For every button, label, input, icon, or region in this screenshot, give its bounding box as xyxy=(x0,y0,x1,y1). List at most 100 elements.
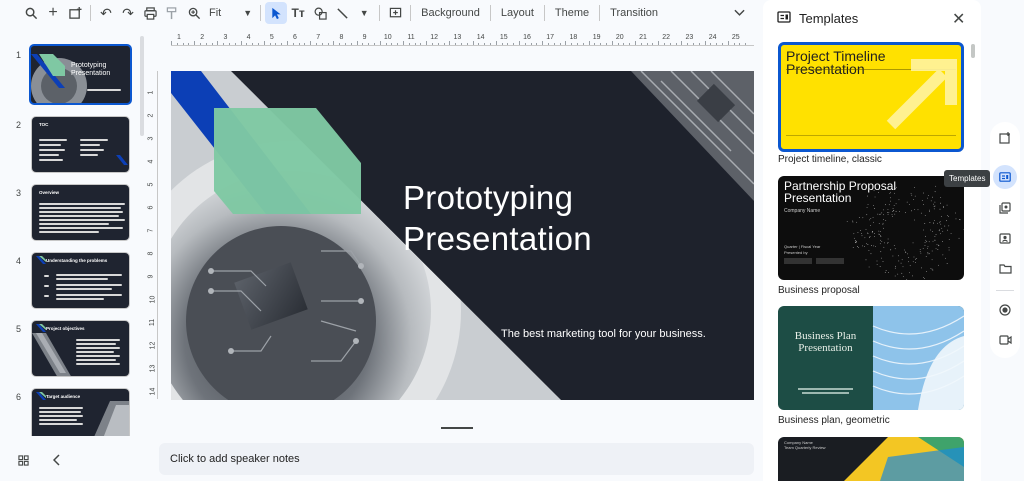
filmstrip-slide[interactable]: 2 TOC xyxy=(0,116,140,174)
notes-resize-handle[interactable] xyxy=(441,427,473,429)
filmstrip-slide[interactable]: 3 Overview xyxy=(0,184,140,242)
comment-icon[interactable] xyxy=(384,2,406,24)
particle xyxy=(864,245,865,247)
text-box-icon[interactable]: Tт xyxy=(287,2,309,24)
slide-thumbnail[interactable]: Understanding the problems xyxy=(31,252,130,309)
filmstrip-slide[interactable]: 1 Prototyping Presentation xyxy=(0,44,140,105)
particle xyxy=(894,275,896,277)
filmstrip-slide[interactable]: 5 Project objectives xyxy=(0,320,140,378)
particle xyxy=(948,246,950,248)
contacts-icon[interactable] xyxy=(993,226,1017,250)
new-slide-icon[interactable]: + xyxy=(42,2,64,24)
ruler-tick xyxy=(629,43,631,45)
thumbnail-title: TOC xyxy=(39,122,49,127)
ruler-mark: 4 xyxy=(246,34,251,41)
ruler-tick xyxy=(194,41,196,45)
horizontal-ruler: 1 2 3 4 5 6 7 8 9 10 11 12 13 14 15 16 17 18 19 20 21 22 23 24 2… xyxy=(171,34,754,46)
ruler-mark: 25 xyxy=(731,34,740,41)
particle xyxy=(955,212,956,214)
slide-thumbnail[interactable]: Project objectives xyxy=(31,320,130,377)
particle xyxy=(864,237,866,239)
zoom-select[interactable]: Fit ▼ xyxy=(205,7,256,19)
particle xyxy=(922,247,924,249)
new-slide-layout-icon[interactable] xyxy=(64,2,86,24)
shape-icon[interactable] xyxy=(309,2,331,24)
particle xyxy=(912,261,914,263)
template-card-business-plan[interactable]: Business Plan Presentation xyxy=(778,306,964,410)
filmstrip-slide[interactable]: 4 Understanding the problems xyxy=(0,252,140,310)
meet-icon[interactable] xyxy=(993,328,1017,352)
ruler-tick xyxy=(455,43,457,45)
grid-view-icon[interactable] xyxy=(18,455,29,469)
photos-icon[interactable] xyxy=(993,196,1017,220)
slide-thumbnail[interactable]: TOC xyxy=(31,116,130,173)
panel-header: Templates xyxy=(777,11,858,26)
particle xyxy=(931,250,933,252)
line-dropdown-icon[interactable]: ▼ xyxy=(353,2,375,24)
particle xyxy=(894,248,896,250)
ruler-tick xyxy=(542,41,544,45)
paint-format-icon[interactable] xyxy=(161,2,183,24)
filmstrip-scrollbar[interactable] xyxy=(140,36,144,136)
thumbnail-text-line xyxy=(39,203,125,205)
background-button[interactable]: Background xyxy=(415,2,486,24)
panel-scrollbar[interactable] xyxy=(971,44,975,58)
thumbnail-text-line xyxy=(39,231,99,233)
ruler-mark: 16 xyxy=(523,34,531,41)
speaker-notes[interactable]: Click to add speaker notes xyxy=(159,443,754,475)
ruler-tick xyxy=(298,43,300,45)
ruler-mark: 6 xyxy=(293,34,297,41)
print-icon[interactable] xyxy=(139,2,161,24)
template-card-project-timeline[interactable]: Project Timeline Presentation xyxy=(778,42,964,152)
line-icon[interactable] xyxy=(331,2,353,24)
record-icon[interactable] xyxy=(993,298,1017,322)
undo-icon[interactable]: ↶ xyxy=(95,2,117,24)
slide-thumbnail[interactable]: Overview xyxy=(31,184,130,241)
ruler-tick xyxy=(258,43,259,45)
particle xyxy=(888,272,889,273)
folder-icon[interactable] xyxy=(993,256,1017,280)
particle xyxy=(895,211,897,212)
zoom-icon[interactable] xyxy=(183,2,205,24)
slide-thumbnail[interactable]: Prototyping Presentation xyxy=(29,44,132,105)
template-preview-title-line: Team Quarterly Review xyxy=(784,445,826,450)
template-preview-title: Company Name Team Quarterly Review xyxy=(784,440,826,450)
theme-button[interactable]: Theme xyxy=(549,2,595,24)
layout-button[interactable]: Layout xyxy=(495,2,540,24)
particle xyxy=(923,277,925,279)
templates-icon[interactable] xyxy=(993,165,1017,189)
particle xyxy=(932,240,934,242)
slide-canvas[interactable]: Prototyping Presentation The best market… xyxy=(171,71,754,400)
ruler-tick xyxy=(652,43,654,45)
transition-button[interactable]: Transition xyxy=(604,2,664,24)
particle xyxy=(882,223,884,225)
particle xyxy=(882,261,884,262)
redo-icon[interactable]: ↷ xyxy=(117,2,139,24)
template-card-team-review[interactable]: Company Name Team Quarterly Review xyxy=(778,437,964,481)
ruler-tick xyxy=(553,43,555,45)
ruler-tick xyxy=(606,43,607,45)
particle xyxy=(930,229,931,231)
slide-title[interactable]: Prototyping Presentation xyxy=(403,177,592,259)
ruler-tick xyxy=(310,41,312,45)
ruler-tick xyxy=(548,43,549,45)
template-card-business-proposal[interactable]: Partnership Proposal Presentation Compan… xyxy=(778,176,964,280)
close-icon[interactable]: ✕ xyxy=(952,9,965,29)
slide-thumbnail[interactable]: Target audience xyxy=(31,388,130,436)
particle xyxy=(958,237,960,239)
filmstrip-slide[interactable]: 6 Target audience xyxy=(0,388,140,436)
slide-subtitle[interactable]: The best marketing tool for your busines… xyxy=(501,328,706,340)
collapse-toolbar-icon[interactable] xyxy=(728,2,750,24)
ruler-tick xyxy=(559,43,561,45)
rail-divider xyxy=(996,290,1014,291)
chevron-left-icon[interactable] xyxy=(52,454,61,469)
zoom-value: Fit xyxy=(209,7,222,19)
select-cursor-icon[interactable] xyxy=(265,2,288,24)
search-menus-icon[interactable] xyxy=(20,2,42,24)
ruler-tick xyxy=(669,43,671,45)
particle xyxy=(948,249,950,251)
add-comment-icon[interactable] xyxy=(993,126,1017,150)
particle xyxy=(939,221,941,222)
particle xyxy=(852,247,854,248)
ruler-mark: 14 xyxy=(149,387,157,396)
